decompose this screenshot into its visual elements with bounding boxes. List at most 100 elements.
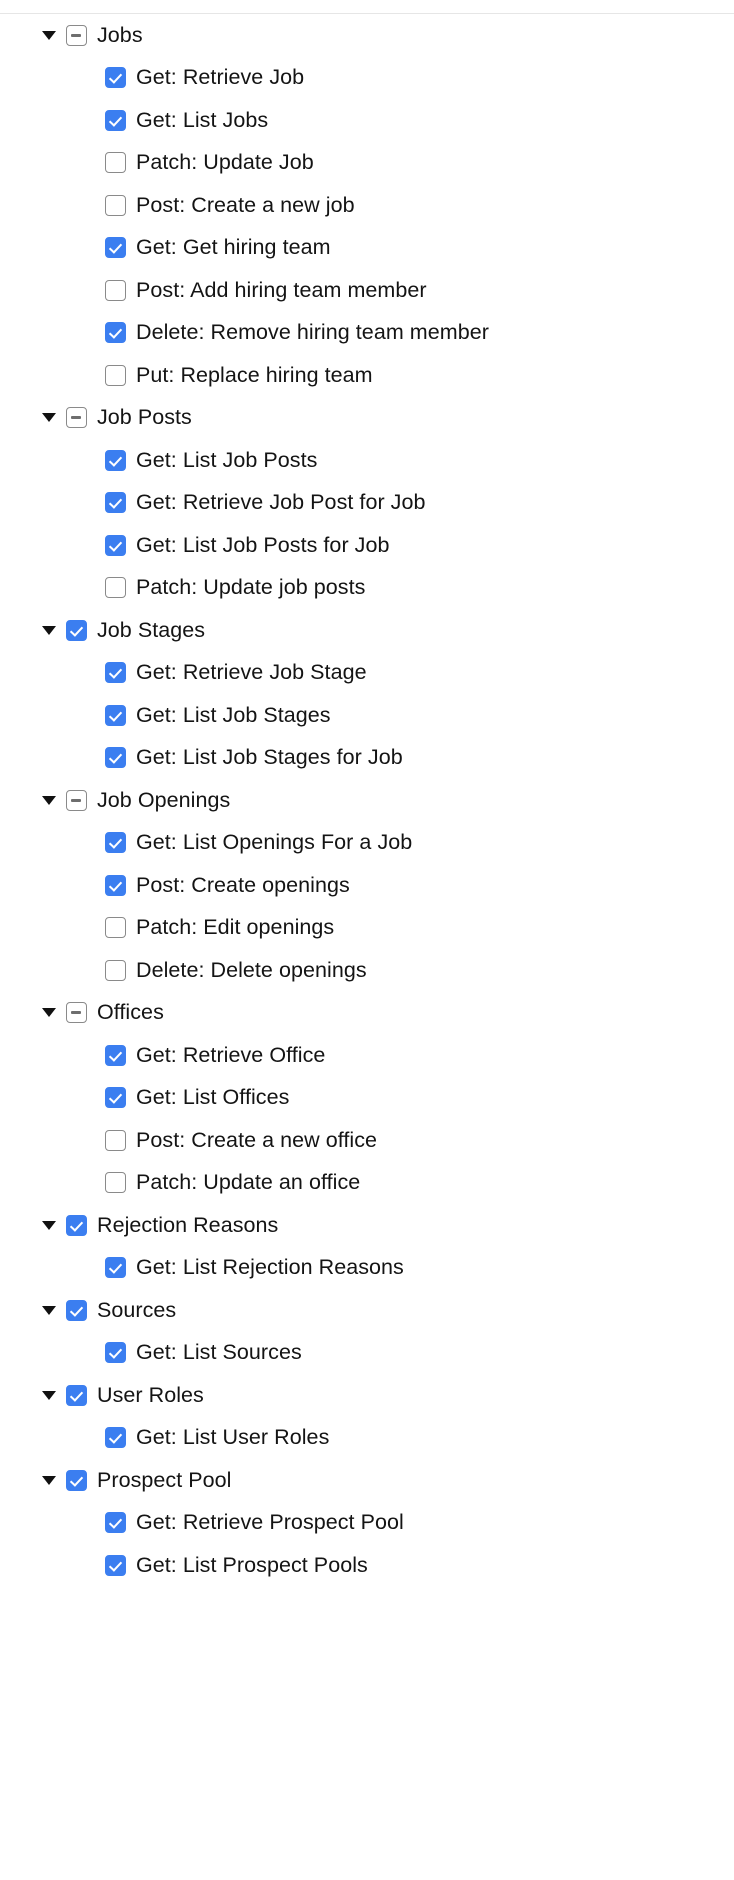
checkbox-unchecked-icon[interactable] (105, 152, 126, 173)
checkbox-unchecked-icon[interactable] (105, 917, 126, 938)
tree-item-label: Delete: Remove hiring team member (136, 322, 489, 344)
tree-group-job-openings[interactable]: Job Openings (0, 779, 734, 822)
tree-item-get-list-jobs[interactable]: Get: List Jobs (0, 99, 734, 142)
tree-item-get-list-job-posts[interactable]: Get: List Job Posts (0, 439, 734, 482)
tree-item-delete-remove-hiring-team-member[interactable]: Delete: Remove hiring team member (0, 312, 734, 355)
caret-down-icon[interactable] (40, 791, 58, 809)
checkbox-checked-icon[interactable] (105, 832, 126, 853)
checkbox-checked-icon[interactable] (105, 1342, 126, 1363)
tree-item-post-create-openings[interactable]: Post: Create openings (0, 864, 734, 907)
tree-item-patch-update-job[interactable]: Patch: Update Job (0, 142, 734, 185)
tree-item-label: Post: Add hiring team member (136, 280, 427, 302)
tree-item-get-retrieve-prospect-pool[interactable]: Get: Retrieve Prospect Pool (0, 1502, 734, 1545)
tree-item-post-add-hiring-team-member[interactable]: Post: Add hiring team member (0, 269, 734, 312)
tree-item-label: Get: List Job Posts for Job (136, 535, 390, 557)
tree-item-post-create-a-new-office[interactable]: Post: Create a new office (0, 1119, 734, 1162)
tree-item-label: Get: List Offices (136, 1087, 289, 1109)
caret-down-icon[interactable] (40, 409, 58, 427)
checkbox-unchecked-icon[interactable] (105, 1130, 126, 1151)
endpoint-selection-tree: JobsGet: Retrieve Job Get: List Jobs Patch… (0, 0, 734, 1880)
checkbox-checked-icon[interactable] (105, 662, 126, 683)
tree-item-label: Get: List Job Stages for Job (136, 747, 403, 769)
tree-item-label: Patch: Update Job (136, 152, 314, 174)
caret-down-icon[interactable] (40, 1471, 58, 1489)
checkbox-checked-icon[interactable] (105, 322, 126, 343)
checkbox-checked-icon[interactable] (66, 1300, 87, 1321)
checkbox-unchecked-icon[interactable] (105, 280, 126, 301)
tree-group-label: Job Openings (97, 790, 230, 812)
tree-group-offices[interactable]: Offices (0, 992, 734, 1035)
checkbox-checked-icon[interactable] (105, 450, 126, 471)
tree-item-label: Get: List Sources (136, 1342, 302, 1364)
checkbox-checked-icon[interactable] (66, 1470, 87, 1491)
checkbox-indeterminate-icon[interactable] (66, 790, 87, 811)
checkbox-unchecked-icon[interactable] (105, 577, 126, 598)
checkbox-checked-icon[interactable] (105, 747, 126, 768)
checkbox-checked-icon[interactable] (105, 237, 126, 258)
tree-group-job-stages[interactable]: Job Stages (0, 609, 734, 652)
tree-item-get-retrieve-job-post-for-job[interactable]: Get: Retrieve Job Post for Job (0, 482, 734, 525)
checkbox-unchecked-icon[interactable] (105, 365, 126, 386)
tree-item-label: Get: List Jobs (136, 110, 268, 132)
tree-item-get-get-hiring-team[interactable]: Get: Get hiring team (0, 227, 734, 270)
tree-item-label: Get: Retrieve Job Post for Job (136, 492, 426, 514)
tree-item-label: Get: List Prospect Pools (136, 1555, 368, 1577)
tree-item-post-create-a-new-job[interactable]: Post: Create a new job (0, 184, 734, 227)
tree-item-get-list-user-roles[interactable]: Get: List User Roles (0, 1417, 734, 1460)
checkbox-unchecked-icon[interactable] (105, 195, 126, 216)
tree-group-rejection-reasons[interactable]: Rejection Reasons (0, 1204, 734, 1247)
tree-item-label: Get: List Job Posts (136, 450, 317, 472)
tree-item-get-retrieve-job[interactable]: Get: Retrieve Job (0, 57, 734, 100)
checkbox-checked-icon[interactable] (105, 1257, 126, 1278)
tree-item-label: Post: Create openings (136, 875, 350, 897)
caret-down-icon[interactable] (40, 1301, 58, 1319)
caret-down-icon[interactable] (40, 26, 58, 44)
checkbox-checked-icon[interactable] (105, 535, 126, 556)
checkbox-checked-icon[interactable] (105, 875, 126, 896)
tree-group-user-roles[interactable]: User Roles (0, 1374, 734, 1417)
caret-down-icon[interactable] (40, 1004, 58, 1022)
checkbox-checked-icon[interactable] (66, 620, 87, 641)
checkbox-checked-icon[interactable] (105, 1512, 126, 1533)
caret-down-icon[interactable] (40, 621, 58, 639)
tree-group-prospect-pool[interactable]: Prospect Pool (0, 1459, 734, 1502)
checkbox-checked-icon[interactable] (105, 1087, 126, 1108)
tree-item-get-list-offices[interactable]: Get: List Offices (0, 1077, 734, 1120)
tree-group-jobs[interactable]: Jobs (0, 14, 734, 57)
checkbox-checked-icon[interactable] (105, 110, 126, 131)
tree-item-get-list-job-posts-for-job[interactable]: Get: List Job Posts for Job (0, 524, 734, 567)
tree-item-get-list-job-stages[interactable]: Get: List Job Stages (0, 694, 734, 737)
checkbox-checked-icon[interactable] (105, 67, 126, 88)
tree-item-patch-update-job-posts[interactable]: Patch: Update job posts (0, 567, 734, 610)
checkbox-checked-icon[interactable] (66, 1385, 87, 1406)
tree-item-patch-edit-openings[interactable]: Patch: Edit openings (0, 907, 734, 950)
tree-item-patch-update-an-office[interactable]: Patch: Update an office (0, 1162, 734, 1205)
checkbox-checked-icon[interactable] (105, 1045, 126, 1066)
tree-item-get-list-rejection-reasons[interactable]: Get: List Rejection Reasons (0, 1247, 734, 1290)
checkbox-unchecked-icon[interactable] (105, 960, 126, 981)
tree-item-delete-delete-openings[interactable]: Delete: Delete openings (0, 949, 734, 992)
checkbox-checked-icon[interactable] (105, 1427, 126, 1448)
tree-item-label: Post: Create a new job (136, 195, 355, 217)
checkbox-checked-icon[interactable] (105, 492, 126, 513)
tree-group-list: JobsGet: Retrieve Job Get: List Jobs Patch… (0, 14, 734, 1587)
checkbox-indeterminate-icon[interactable] (66, 407, 87, 428)
tree-item-put-replace-hiring-team[interactable]: Put: Replace hiring team (0, 354, 734, 397)
checkbox-indeterminate-icon[interactable] (66, 1002, 87, 1023)
checkbox-checked-icon[interactable] (66, 1215, 87, 1236)
tree-item-get-list-openings-for-a-job[interactable]: Get: List Openings For a Job (0, 822, 734, 865)
checkbox-indeterminate-icon[interactable] (66, 25, 87, 46)
tree-item-get-list-sources[interactable]: Get: List Sources (0, 1332, 734, 1375)
checkbox-checked-icon[interactable] (105, 1555, 126, 1576)
tree-group-sources[interactable]: Sources (0, 1289, 734, 1332)
tree-item-get-list-job-stages-for-job[interactable]: Get: List Job Stages for Job (0, 737, 734, 780)
tree-group-job-posts[interactable]: Job Posts (0, 397, 734, 440)
tree-item-get-retrieve-office[interactable]: Get: Retrieve Office (0, 1034, 734, 1077)
caret-down-icon[interactable] (40, 1216, 58, 1234)
checkbox-checked-icon[interactable] (105, 705, 126, 726)
caret-down-icon[interactable] (40, 1386, 58, 1404)
tree-item-get-retrieve-job-stage[interactable]: Get: Retrieve Job Stage (0, 652, 734, 695)
tree-item-get-list-prospect-pools[interactable]: Get: List Prospect Pools (0, 1544, 734, 1587)
tree-group-label: Offices (97, 1002, 164, 1024)
checkbox-unchecked-icon[interactable] (105, 1172, 126, 1193)
